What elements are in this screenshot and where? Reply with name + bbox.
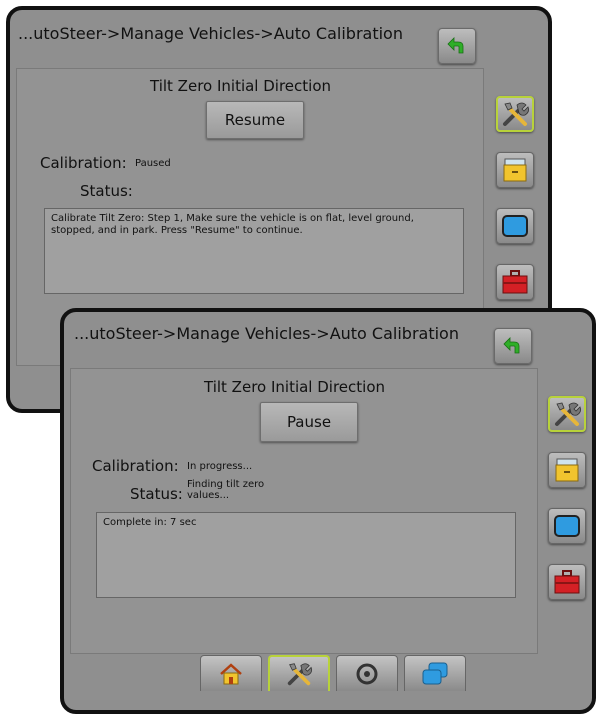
display-button[interactable] xyxy=(496,208,534,244)
toolbox-icon xyxy=(502,270,528,294)
tab-guidance[interactable] xyxy=(336,655,398,691)
file-cabinet-icon xyxy=(503,158,527,182)
back-button[interactable] xyxy=(438,28,476,64)
screens-icon xyxy=(422,662,448,684)
home-icon xyxy=(220,662,242,684)
display-button[interactable] xyxy=(548,508,586,544)
back-arrow-icon xyxy=(503,337,520,354)
display-icon xyxy=(554,515,580,537)
back-button[interactable] xyxy=(494,328,532,364)
message-box: Calibrate Tilt Zero: Step 1, Make sure t… xyxy=(44,208,464,294)
calibration-value: In progress... xyxy=(187,461,253,472)
tools-button[interactable] xyxy=(548,396,586,432)
file-cabinet-button[interactable] xyxy=(548,452,586,488)
calibration-label: Calibration: xyxy=(92,457,179,475)
calibration-value: Paused xyxy=(135,158,171,169)
calibration-label: Calibration: xyxy=(40,154,127,172)
calibration-screen-in-progress: ...utoSteer->Manage Vehicles->Auto Calib… xyxy=(60,308,596,714)
tab-home[interactable] xyxy=(200,655,262,691)
file-cabinet-button[interactable] xyxy=(496,152,534,188)
back-arrow-icon xyxy=(447,37,464,54)
display-icon xyxy=(502,215,528,237)
toolbox-button[interactable] xyxy=(548,564,586,600)
breadcrumb: ...utoSteer->Manage Vehicles->Auto Calib… xyxy=(18,24,403,43)
status-label: Status: xyxy=(80,182,133,200)
tab-screens[interactable] xyxy=(404,655,466,691)
pause-button[interactable]: Pause xyxy=(260,402,358,442)
breadcrumb: ...utoSteer->Manage Vehicles->Auto Calib… xyxy=(74,324,459,343)
section-title: Tilt Zero Initial Direction xyxy=(150,77,332,95)
status-label: Status: xyxy=(130,485,183,503)
message-box: Complete in: 7 sec xyxy=(96,512,516,598)
tools-icon xyxy=(555,402,581,426)
file-cabinet-icon xyxy=(555,458,579,482)
tools-icon xyxy=(287,663,313,686)
tools-button[interactable] xyxy=(496,96,534,132)
tab-tools[interactable] xyxy=(268,655,330,691)
status-value: Finding tilt zero values... xyxy=(187,479,265,501)
section-title: Tilt Zero Initial Direction xyxy=(204,378,386,396)
toolbox-icon xyxy=(554,570,580,594)
resume-button[interactable]: Resume xyxy=(206,101,304,139)
steering-wheel-icon xyxy=(356,663,378,684)
toolbox-button[interactable] xyxy=(496,264,534,300)
tools-icon xyxy=(503,102,529,126)
